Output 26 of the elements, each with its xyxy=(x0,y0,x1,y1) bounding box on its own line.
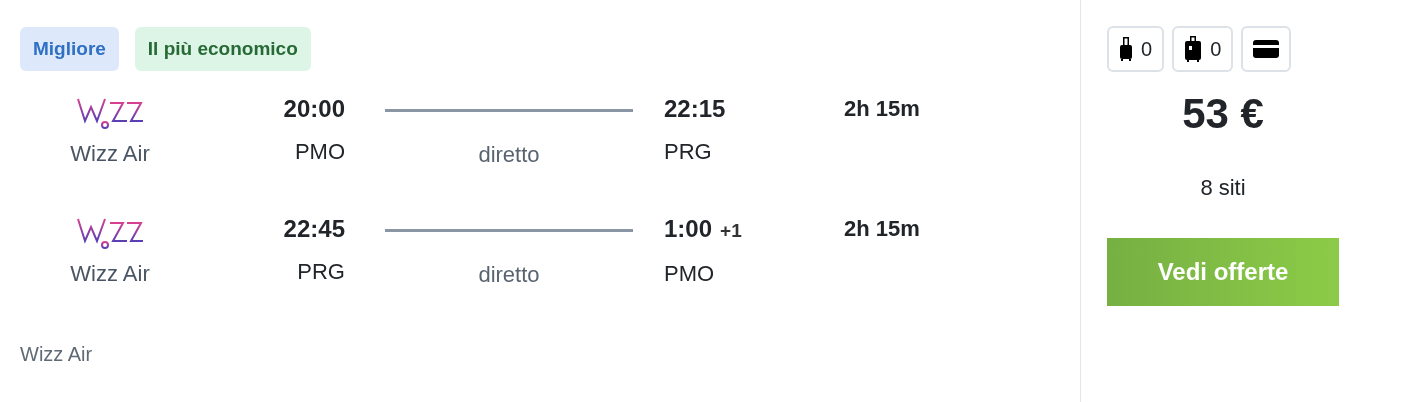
feature-count: 0 xyxy=(1210,37,1222,62)
feature-count: 0 xyxy=(1141,37,1153,62)
price: 53 € xyxy=(1181,89,1265,139)
airline-name: Wizz Air xyxy=(70,260,150,288)
flight-duration: 2h 15m xyxy=(844,215,920,243)
departure-airport: PRG xyxy=(296,258,345,286)
departure-time: 22:45 xyxy=(282,215,345,243)
stops-label: diretto xyxy=(478,261,540,289)
cabin-bag-icon xyxy=(1119,36,1133,62)
stops-label: diretto xyxy=(478,141,540,169)
sites-count: 8 siti xyxy=(1199,174,1247,202)
see-offers-button[interactable]: Vedi offerte xyxy=(1107,238,1339,306)
tag-label: Il più economico xyxy=(134,27,311,71)
departure-airport: PMO xyxy=(293,138,345,166)
tag-label: Migliore xyxy=(20,27,119,71)
day-offset: +1 xyxy=(720,219,742,243)
arrival-airport: PRG xyxy=(664,138,713,166)
arrival-time: 1:00 xyxy=(664,215,713,243)
airline-name: Wizz Air xyxy=(70,140,150,168)
operator-name: Wizz Air xyxy=(20,342,94,367)
departure-time: 20:00 xyxy=(282,95,345,123)
flight-duration: 2h 15m xyxy=(844,95,920,123)
arrival-airport: PMO xyxy=(664,260,716,288)
arrival-time: 22:15 xyxy=(664,95,726,123)
suitcase-icon xyxy=(1184,35,1203,63)
credit-card-icon xyxy=(1253,40,1280,58)
